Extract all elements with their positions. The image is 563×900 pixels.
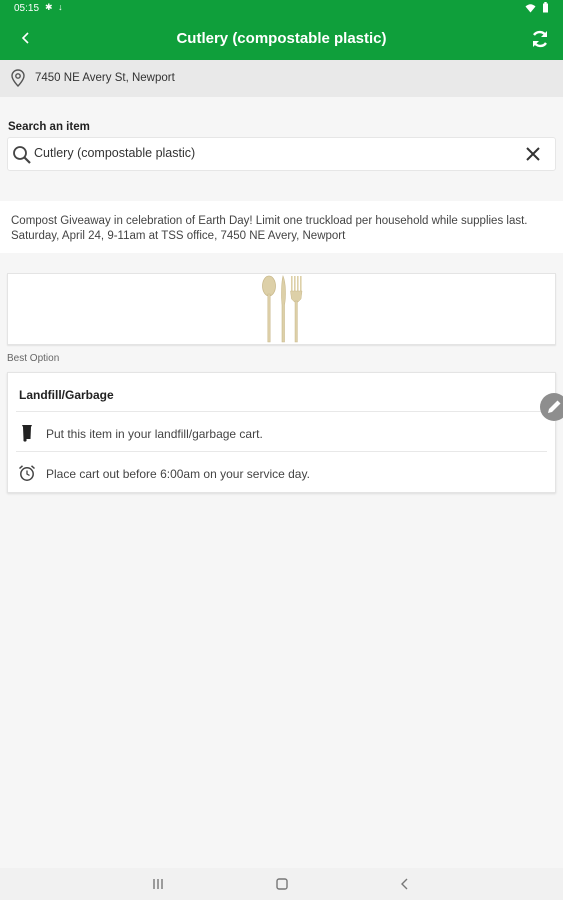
close-icon[interactable]: [523, 144, 543, 164]
garbage-cart-icon: [22, 425, 32, 442]
download-icon: ↓: [58, 2, 63, 12]
edit-button[interactable]: [540, 393, 563, 421]
home-icon[interactable]: [274, 876, 290, 892]
alarm-clock-icon: [18, 465, 36, 481]
divider: [16, 451, 547, 452]
item-image-card: [7, 273, 556, 345]
best-option-label: Best Option: [7, 353, 60, 364]
pencil-icon: [548, 400, 561, 413]
service-address-bar[interactable]: 7450 NE Avery St, Newport: [0, 60, 563, 97]
status-bar: 05:15 ✱ ↓: [0, 0, 563, 18]
back-icon[interactable]: [397, 876, 413, 892]
announcement-text: Compost Giveaway in celebration of Earth…: [11, 215, 528, 242]
recents-icon[interactable]: [150, 876, 166, 892]
instruction-text: Place cart out before 6:00am on your ser…: [46, 467, 310, 481]
instruction-text: Put this item in your landfill/garbage c…: [46, 427, 263, 441]
cutlery-icon: [262, 275, 303, 343]
settings-icon: ✱: [45, 2, 53, 12]
status-time: 05:15: [14, 3, 40, 14]
search-label: Search an item: [8, 121, 90, 133]
instruction-row: Put this item in your landfill/garbage c…: [18, 418, 545, 448]
refresh-button[interactable]: [527, 26, 553, 52]
status-system-icons: [525, 2, 549, 13]
instruction-row: Place cart out before 6:00am on your ser…: [18, 458, 545, 488]
disposal-option-card: Landfill/Garbage Put this item in your l…: [7, 372, 556, 493]
page-title: Cutlery (compostable plastic): [176, 30, 387, 47]
status-notification-icons: ✱ ↓: [45, 2, 63, 13]
divider: [16, 411, 547, 412]
search-icon: [13, 146, 31, 164]
location-pin-icon: [11, 69, 25, 87]
refresh-icon: [532, 30, 548, 48]
system-nav-bar: [0, 868, 563, 900]
announcement-banner: Compost Giveaway in celebration of Earth…: [0, 201, 563, 253]
search-field[interactable]: [7, 137, 556, 171]
address-text: 7450 NE Avery St, Newport: [35, 72, 175, 84]
wifi-icon: [525, 3, 536, 12]
search-input[interactable]: [34, 142, 504, 164]
app-bar: Cutlery (compostable plastic): [0, 18, 563, 60]
disposal-method-heading: Landfill/Garbage: [19, 388, 114, 402]
battery-icon: [543, 2, 548, 13]
